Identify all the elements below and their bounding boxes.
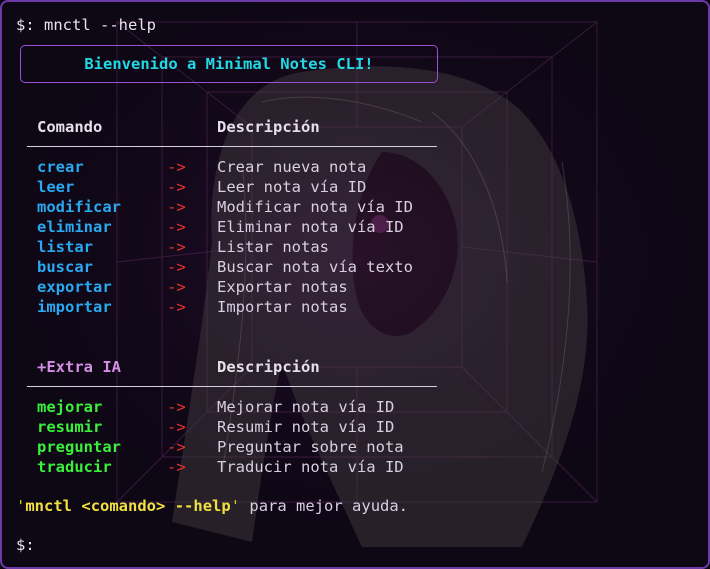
command-arrow: -> xyxy=(167,178,186,196)
hint-arg: <comando> xyxy=(81,497,166,515)
welcome-text: Bienvenido a Minimal Notes CLI! xyxy=(84,55,374,73)
ai-command-name: resumir xyxy=(37,418,103,436)
command-arrow: -> xyxy=(167,158,186,176)
command-name: buscar xyxy=(37,258,93,276)
command-description: Importar notas xyxy=(217,298,348,316)
command-name: eliminar xyxy=(37,218,112,236)
command-arrow: -> xyxy=(167,298,186,316)
command-description: Listar notas xyxy=(217,238,329,256)
ai-command-name: preguntar xyxy=(37,438,121,456)
ai-command-arrow: -> xyxy=(167,418,186,436)
welcome-banner: Bienvenido a Minimal Notes CLI! xyxy=(20,45,438,83)
command-arrow: -> xyxy=(167,238,186,256)
ai-command-name: mejorar xyxy=(37,398,103,416)
ai-header-description: Descripción xyxy=(217,358,320,376)
command-name: listar xyxy=(37,238,93,256)
command-description: Exportar notas xyxy=(217,278,348,296)
ai-command-arrow: -> xyxy=(167,438,186,456)
commands-header-description: Descripción xyxy=(217,118,320,136)
command-description: Modificar nota vía ID xyxy=(217,198,413,216)
ai-command-description: Preguntar sobre nota xyxy=(217,438,404,456)
command-description: Crear nueva nota xyxy=(217,158,367,176)
ai-command-arrow: -> xyxy=(167,458,186,476)
command-arrow: -> xyxy=(167,218,186,236)
ai-header-divider xyxy=(27,386,437,387)
ai-command-name: traducir xyxy=(37,458,112,476)
ai-command-arrow: -> xyxy=(167,398,186,416)
commands-header-command: Comando xyxy=(37,118,103,136)
hint-quote-close: ' xyxy=(230,497,241,515)
command-arrow: -> xyxy=(167,258,186,276)
ai-header-command: +Extra IA xyxy=(37,358,121,376)
command-name: crear xyxy=(37,158,84,176)
terminal-window[interactable]: $: mnctl --help Bienvenido a Minimal Not… xyxy=(0,0,710,569)
command-prompt-line: $: mnctl --help xyxy=(16,15,156,35)
ai-command-description: Resumir nota vía ID xyxy=(217,418,395,436)
help-hint: 'mnctl <comando> --help' para mejor ayud… xyxy=(16,496,408,516)
entered-command: mnctl --help xyxy=(44,16,156,34)
commands-header-divider xyxy=(27,146,437,147)
command-arrow: -> xyxy=(167,198,186,216)
hint-flag: --help xyxy=(174,497,231,515)
command-name: leer xyxy=(37,178,75,196)
hint-cmd: mnctl xyxy=(25,497,73,515)
command-description: Buscar nota vía texto xyxy=(217,258,413,276)
command-name: modificar xyxy=(37,198,121,216)
hint-quote-open: ' xyxy=(16,497,26,515)
active-prompt-line[interactable]: $: xyxy=(16,535,35,555)
command-name: exportar xyxy=(37,278,112,296)
command-arrow: -> xyxy=(167,278,186,296)
ai-command-description: Traducir nota vía ID xyxy=(217,458,404,476)
ai-command-description: Mejorar nota vía ID xyxy=(217,398,395,416)
prompt-symbol: $: xyxy=(16,16,35,34)
hint-suffix: para mejor ayuda. xyxy=(240,497,409,515)
command-description: Eliminar nota vía ID xyxy=(217,218,404,236)
command-name: importar xyxy=(37,298,112,316)
command-description: Leer nota vía ID xyxy=(217,178,367,196)
prompt-symbol: $: xyxy=(16,536,35,554)
